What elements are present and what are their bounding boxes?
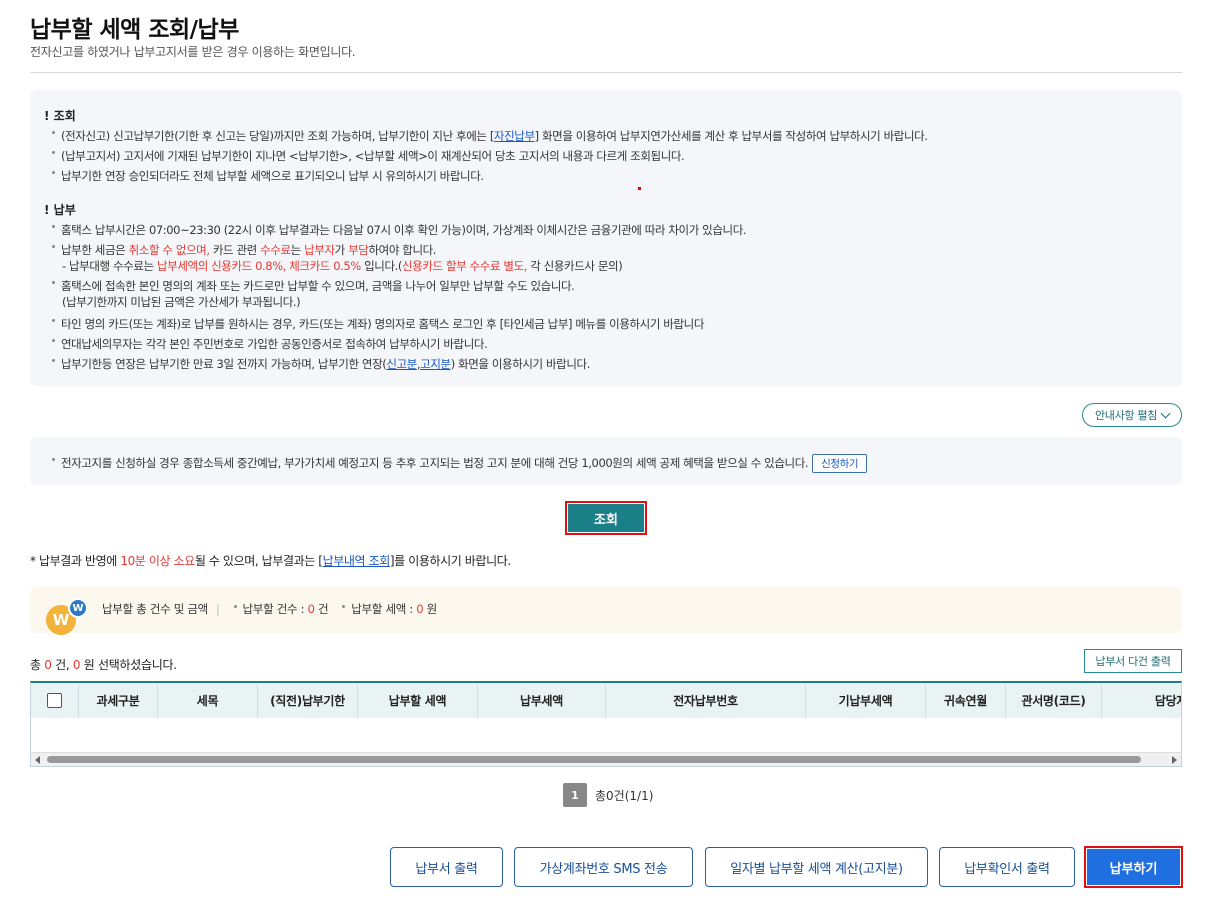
col-tax-item[interactable]: 세목 <box>158 683 258 718</box>
payment-confirm-button[interactable]: 납부확인서 출력 <box>939 847 1075 887</box>
payment-line-3-sub: (납부기한까지 미납된 금액은 가산세가 부과됩니다.) <box>62 295 301 309</box>
extension-filing-link[interactable]: 신고분 <box>386 357 417 371</box>
notice-box: ! 조회 (전자신고) 신고납부기한(기한 후 신고는 당일)까지만 조회 가능… <box>30 90 1182 386</box>
pay-button-highlight: 납부하기 <box>1084 846 1183 888</box>
search-button-highlight: 조회 <box>565 501 647 535</box>
col-payment-amount[interactable]: 납부세액 <box>478 683 606 718</box>
col-epay-number[interactable]: 전자납부번호 <box>606 683 806 718</box>
summary-label: 납부할 총 건수 및 금액 <box>102 602 208 616</box>
multi-print-button[interactable]: 납부서 다건 출력 <box>1084 649 1182 673</box>
col-period[interactable]: 귀속연월 <box>926 683 1006 718</box>
summary-separator: | <box>215 602 220 616</box>
summary-box: W W 납부할 총 건수 및 금액 | 납부할 건수 : 0 건 납부할 세액 : 0… <box>30 587 1182 635</box>
bullet-icon <box>52 458 55 461</box>
bullet-icon <box>52 245 55 248</box>
table-body <box>31 718 1181 754</box>
table-header: 과세구분 세목 (직전)납부기한 납부할 세액 납부세액 전자납부번호 기납부세… <box>31 683 1181 718</box>
bullet-icon <box>52 319 55 322</box>
search-button[interactable]: 조회 <box>567 503 645 533</box>
bullet-icon <box>233 605 237 608</box>
select-all-cell <box>31 683 79 718</box>
selected-count: 0 <box>44 658 52 672</box>
bullet-icon <box>52 171 55 174</box>
payment-line-4: 타인 명의 카드(또는 계좌)로 납부를 원하시는 경우, 카드(또는 계좌) … <box>52 316 704 332</box>
wehago-badge-icon: W <box>68 598 88 618</box>
scroll-right-icon[interactable] <box>1172 756 1177 764</box>
red-marker-dot <box>638 187 641 190</box>
extension-notice-link[interactable]: 고지분 <box>420 357 451 371</box>
self-payment-link[interactable]: 자진납부 <box>494 129 535 143</box>
title-divider <box>30 72 1182 73</box>
expand-notice-label: 안내사항 펼침 <box>1094 409 1158 422</box>
etax-notice-box: 전자고지를 신청하실 경우 종합소득세 중간예납, 부가가치세 예정고지 등 추… <box>30 437 1182 485</box>
result-note: * 납부결과 반영에 10분 이상 소요될 수 있으며, 납부결과는 [납부내역… <box>30 554 511 568</box>
col-amount-due[interactable]: 납부할 세액 <box>358 683 478 718</box>
payment-section-title: ! 납부 <box>44 203 76 217</box>
bullet-icon <box>52 151 55 154</box>
inquiry-section-title: ! 조회 <box>44 109 76 123</box>
col-office[interactable]: 관서명(코드) <box>1006 683 1102 718</box>
payment-history-link[interactable]: 납부내역 조회 <box>323 554 391 568</box>
payment-line-1: 홈택스 납부시간은 07:00~23:30 (22시 이후 납부결과는 다음날 … <box>52 222 747 238</box>
chevron-down-icon <box>1160 408 1171 418</box>
apply-button[interactable]: 신청하기 <box>812 454 868 473</box>
col-officer[interactable]: 담당자 <box>1102 683 1181 718</box>
inquiry-line-2: (납부고지서) 고지서에 기재된 납부기한이 지나면 <납부기한>, <납부할 … <box>52 148 685 164</box>
payment-line-3: 홈택스에 접속한 본인 명의의 계좌 또는 카드로만 납부할 수 있으며, 금액… <box>52 278 575 294</box>
pagination: 1 총0건(1/1) <box>563 783 653 807</box>
bullet-icon <box>52 225 55 228</box>
bullet-icon <box>52 339 55 342</box>
payment-line-2: 납부한 세금은 취소할 수 없으며, 카드 관련 수수료는 납부자가 부담하여야… <box>52 242 436 258</box>
summary-count-value: 0 <box>307 602 315 616</box>
page-subtitle: 전자신고를 하였거나 납부고지서를 받은 경우 이용하는 화면입니다. <box>30 45 356 59</box>
payment-line-2-sub: - 납부대행 수수료는 납부세액의 신용카드 0.8%, 체크카드 0.5% 입… <box>62 259 623 273</box>
bullet-icon <box>52 359 55 362</box>
col-prepaid-amount[interactable]: 기납부세액 <box>806 683 926 718</box>
horizontal-scrollbar[interactable] <box>31 752 1181 766</box>
inquiry-line-3: 납부기한 연장 승인되더라도 전체 납부할 세액으로 표기되오니 납부 시 유의… <box>52 168 484 184</box>
scroll-thumb[interactable] <box>47 756 1141 763</box>
print-bill-button[interactable]: 납부서 출력 <box>390 847 503 887</box>
etax-notice-line: 전자고지를 신청하실 경우 종합소득세 중간예납, 부가가치세 예정고지 등 추… <box>52 454 868 473</box>
page-1-button[interactable]: 1 <box>563 783 587 807</box>
page-summary: 총0건(1/1) <box>595 788 654 803</box>
expand-notice-button[interactable]: 안내사항 펼침 <box>1082 403 1182 427</box>
col-tax-type[interactable]: 과세구분 <box>79 683 158 718</box>
daily-calc-button[interactable]: 일자별 납부할 세액 계산(고지분) <box>705 847 928 887</box>
bullet-icon <box>342 605 346 608</box>
select-all-checkbox[interactable] <box>47 693 62 708</box>
summary-text: 납부할 총 건수 및 금액 | 납부할 건수 : 0 건 납부할 세액 : 0 원 <box>102 602 437 616</box>
page-title: 납부할 세액 조회/납부 <box>30 17 239 43</box>
col-due-date[interactable]: (직전)납부기한 <box>258 683 358 718</box>
pay-button[interactable]: 납부하기 <box>1086 848 1181 886</box>
payment-line-5: 연대납세의무자는 각각 본인 주민번호로 가입한 공동인증서로 접속하여 납부하… <box>52 336 488 352</box>
inquiry-line-1: (전자신고) 신고납부기한(기한 후 신고는 당일)까지만 조회 가능하며, 납… <box>52 128 928 144</box>
tax-table: 과세구분 세목 (직전)납부기한 납부할 세액 납부세액 전자납부번호 기납부세… <box>30 681 1182 767</box>
selection-total: 총 0 건, 0 원 선택하셨습니다. <box>30 658 177 672</box>
sms-account-button[interactable]: 가상계좌번호 SMS 전송 <box>514 847 693 887</box>
bullet-icon <box>52 131 55 134</box>
scroll-left-icon[interactable] <box>35 756 40 764</box>
payment-line-6: 납부기한등 연장은 납부기한 만료 3일 전까지 가능하며, 납부기한 연장(신… <box>52 356 590 372</box>
bullet-icon <box>52 281 55 284</box>
